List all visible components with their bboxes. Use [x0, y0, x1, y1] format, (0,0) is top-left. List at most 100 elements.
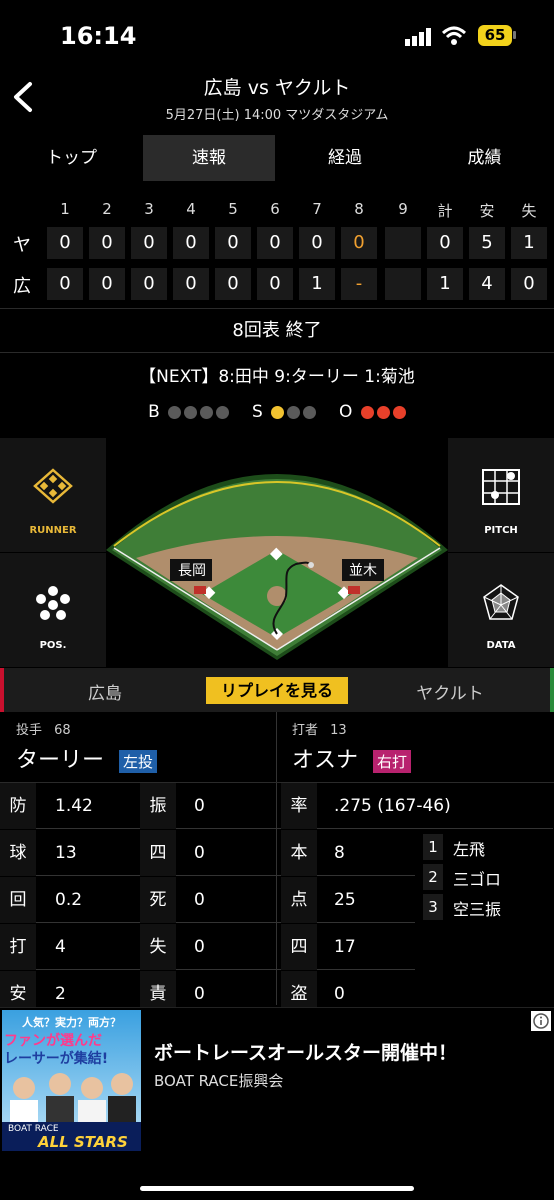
score-cell: 0: [215, 227, 251, 259]
tab-top[interactable]: トップ: [0, 135, 143, 181]
divider: [0, 308, 554, 309]
inning-header: 3: [144, 200, 154, 218]
at-bat-number: 3: [423, 894, 443, 920]
stat-key: 点: [281, 877, 317, 923]
stat-value: 8: [334, 843, 345, 863]
ad-image-line2: レーサーが集結!: [4, 1051, 109, 1067]
score-cell: [385, 268, 421, 300]
at-bat-result: 三ゴロ: [453, 870, 502, 889]
stat-value: 0: [194, 843, 205, 863]
pitcher-name[interactable]: ターリー: [16, 748, 104, 773]
pitch-grid-icon: [482, 469, 520, 505]
total-cell: 1: [511, 227, 547, 259]
score-cell: 1: [299, 268, 335, 300]
team-away[interactable]: ヤクルト: [390, 679, 510, 704]
batter-stat-row: 本8: [277, 830, 415, 876]
inning-header: 5: [228, 200, 238, 218]
stat-key: 球: [0, 830, 36, 876]
team-label: ヤ: [13, 235, 31, 256]
inning-header: 計: [437, 202, 453, 220]
stat-value: 25: [334, 890, 356, 910]
ad-image[interactable]: 人気？実力？両方？ ファンが選んだ レーサーが集結! BOAT RACE ALL…: [2, 1010, 141, 1151]
tab-stats[interactable]: 成績: [415, 135, 554, 181]
inning-header: 2: [102, 200, 112, 218]
stat-value: 0: [194, 937, 205, 957]
batter-hand-badge: 右打: [373, 749, 412, 773]
score-cell: 0: [47, 268, 83, 300]
fielder-label-right: 並木: [349, 563, 377, 579]
pitch-button[interactable]: PITCH: [448, 438, 554, 552]
stat-value: 0: [194, 890, 205, 910]
ad-image-allstars: ALL STARS: [38, 1133, 128, 1151]
out-label: O: [339, 402, 353, 422]
score-cell: 0: [341, 227, 377, 259]
score-cell: 0: [131, 268, 167, 300]
total-cell: 0: [427, 227, 463, 259]
inning-header: 安: [479, 202, 495, 220]
ad-title[interactable]: ボートレースオールスター開催中！: [154, 1038, 457, 1065]
divider: [276, 783, 277, 1005]
count-dot: [200, 405, 214, 419]
ad-sponsor: BOAT RACE振興会: [154, 1072, 284, 1090]
inning-header: 失: [521, 202, 537, 220]
replay-button[interactable]: リプレイを見る: [206, 677, 348, 704]
batter-stat-row: 四 17: [277, 924, 415, 970]
batter-name-row: オスナ 右打: [292, 742, 412, 774]
total-cell: 5: [469, 227, 505, 259]
pitcher-number: 68: [54, 723, 71, 738]
stat-key: 率: [281, 783, 317, 829]
count-display: B S O: [0, 402, 554, 422]
score-cell: 0: [257, 227, 293, 259]
pitcher-stat-row: 打4 失0: [0, 924, 276, 970]
data-button[interactable]: DATA: [448, 553, 554, 667]
tab-progress[interactable]: 経過: [275, 135, 415, 181]
pitcher-hand-badge: 左投: [119, 749, 158, 773]
battery-level: 65: [484, 26, 506, 44]
runner-icon: [33, 468, 73, 504]
score-cell: 0: [131, 227, 167, 259]
count-dot: [287, 405, 301, 419]
pitch-label: PITCH: [484, 525, 518, 536]
at-bat-result: 空三振: [453, 900, 502, 919]
home-color-stripe: [0, 668, 4, 712]
out-dots: [358, 402, 406, 422]
batter-stat-row: 点 25: [277, 877, 415, 923]
baseball-field: [106, 438, 448, 668]
tab-live[interactable]: 速報: [143, 135, 275, 181]
batter-stat-row: 率 .275 (167-46): [277, 783, 553, 829]
count-dot: [184, 405, 198, 419]
bottom-area: [0, 1158, 554, 1200]
count-dot: [392, 405, 406, 419]
score-cell: 0: [173, 227, 209, 259]
ad-image-line1: ファンが選んだ: [4, 1033, 102, 1049]
stat-key: 振: [140, 783, 176, 829]
status-time: 16:14: [60, 22, 137, 50]
total-cell: 4: [469, 268, 505, 300]
ad-banner[interactable]: 人気？実力？両方？ ファンが選んだ レーサーが集結! BOAT RACE ALL…: [0, 1007, 554, 1157]
radar-chart-icon: [483, 584, 519, 620]
divider: [276, 712, 277, 782]
inning-header: 7: [312, 200, 322, 218]
team-home[interactable]: 広島: [60, 679, 150, 704]
data-label: DATA: [486, 640, 516, 651]
runner-button[interactable]: RUNNER: [0, 438, 106, 552]
stat-value: 17: [334, 937, 356, 957]
batter-meta: 打者 13: [292, 719, 347, 738]
stat-key: 防: [0, 783, 36, 829]
count-dot: [376, 405, 390, 419]
ball-dots: [165, 402, 230, 422]
runner-label: RUNNER: [29, 525, 77, 536]
at-bat-number: 2: [423, 864, 443, 890]
strike-label: S: [252, 402, 263, 422]
ad-info-icon[interactable]: [531, 1011, 551, 1031]
ad-logo-band: BOAT RACE ALL STARS: [2, 1122, 141, 1151]
at-bat-number: 1: [423, 834, 443, 860]
inning-header: 6: [270, 200, 280, 218]
stat-value: .275 (167-46): [334, 796, 451, 816]
home-indicator[interactable]: [140, 1186, 414, 1191]
score-cell: 0: [89, 227, 125, 259]
batter-name[interactable]: オスナ: [292, 748, 358, 773]
position-button[interactable]: POS.: [0, 553, 106, 667]
stat-key: 失: [140, 924, 176, 970]
score-cell: 0: [299, 227, 335, 259]
